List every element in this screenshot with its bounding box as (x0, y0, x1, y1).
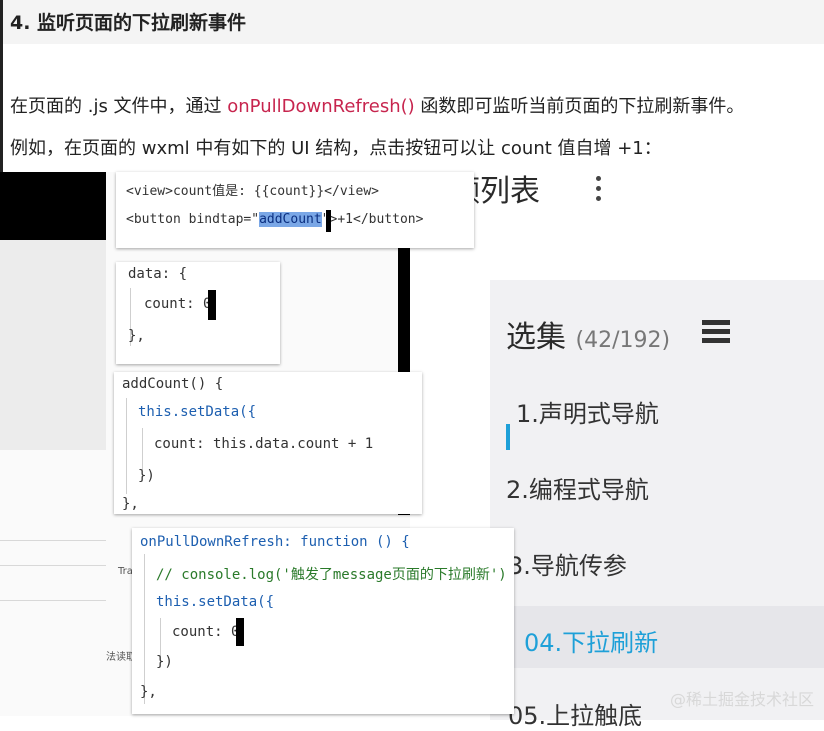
paragraph-1: 在页面的 .js 文件中，通过 onPullDownRefresh() 函数即可… (10, 92, 744, 118)
paragraph-1-pre: 在页面的 .js 文件中，通过 (10, 96, 228, 117)
code-line: <button bindtap="addCount">+1</button> (126, 212, 423, 227)
list-menu-icon[interactable] (702, 320, 730, 347)
code-line: }) (156, 654, 173, 670)
code-line: onPullDownRefresh: function () { (140, 534, 410, 550)
selected-token-addcount: addCount (259, 212, 322, 227)
code-line: this.setData({ (138, 404, 257, 420)
playlist-item[interactable]: 1.声明式导航 (516, 394, 659, 429)
section-heading: 4. 监听页面的下拉刷新事件 (10, 12, 247, 34)
code-token: <button bindtap=" (126, 212, 260, 227)
divider (0, 540, 106, 541)
text-cursor (236, 618, 244, 646)
code-line: }, (122, 496, 139, 512)
paragraph-2: 例如，在页面的 wxml 中有如下的 UI 结构，点击按钮可以让 count 值… (10, 138, 662, 159)
playlist-section-label: 选集 (42/192) (506, 312, 670, 356)
code-line: }) (138, 468, 155, 484)
code-line: <view>count值是: {{count}}</view> (126, 184, 379, 199)
divider (0, 600, 106, 601)
inline-code-onpulldownrefresh: onPullDownRefresh() (227, 96, 415, 117)
code-card-wxml: <view>count值是: {{count}}</view> <button … (116, 172, 474, 248)
section-count: (42/192) (575, 328, 671, 353)
code-line: addCount() { (122, 376, 224, 392)
indent-guide (142, 428, 143, 470)
code-comment-line: // console.log('触发了message页面的下拉刷新') (156, 567, 507, 583)
playlist-item[interactable]: 2.编程式导航 (506, 470, 649, 505)
code-line: }, (140, 684, 157, 700)
code-line: data: { (128, 266, 188, 282)
code-card-addcount: addCount() { this.setData({ count: this.… (114, 372, 422, 514)
code-token: ">+1</button> (321, 212, 424, 227)
playlist-item-active[interactable]: 04.下拉刷新 (524, 623, 658, 658)
code-line: this.setData({ (156, 594, 275, 610)
section-label-text: 选集 (506, 320, 566, 355)
code-card-data: data: { count: 0 }, (116, 262, 280, 364)
indent-guide (126, 398, 127, 494)
panel-tab-label[interactable]: Tra (118, 566, 133, 577)
code-line: }, (128, 328, 145, 344)
more-options-icon[interactable] (596, 176, 601, 206)
paragraph-1-post: 函数即可监听当前页面的下拉刷新事件。 (414, 96, 745, 117)
text-cursor (326, 210, 331, 232)
code-card-onpulldownrefresh: onPullDownRefresh: function () { // cons… (132, 528, 514, 714)
code-line: count: this.data.count + 1 (154, 436, 374, 452)
doc-left-border (0, 0, 3, 172)
code-line: count: 0 (144, 296, 212, 312)
indent-guide (144, 554, 145, 704)
editor-toolbar-strip (0, 240, 106, 450)
code-line: count: 0 (172, 624, 240, 640)
playlist-item[interactable]: 3.导航传参 (508, 546, 627, 581)
playlist-scroll-indicator[interactable] (506, 424, 510, 450)
text-cursor (208, 290, 216, 320)
playlist-item[interactable]: 05.上拉触底 (508, 696, 642, 731)
doc-section: 4. 监听页面的下拉刷新事件 在页面的 .js 文件中，通过 onPullDow… (0, 0, 824, 172)
black-region (0, 170, 106, 240)
divider (0, 565, 106, 566)
watermark: @稀土掘金技术社区 (669, 690, 814, 709)
